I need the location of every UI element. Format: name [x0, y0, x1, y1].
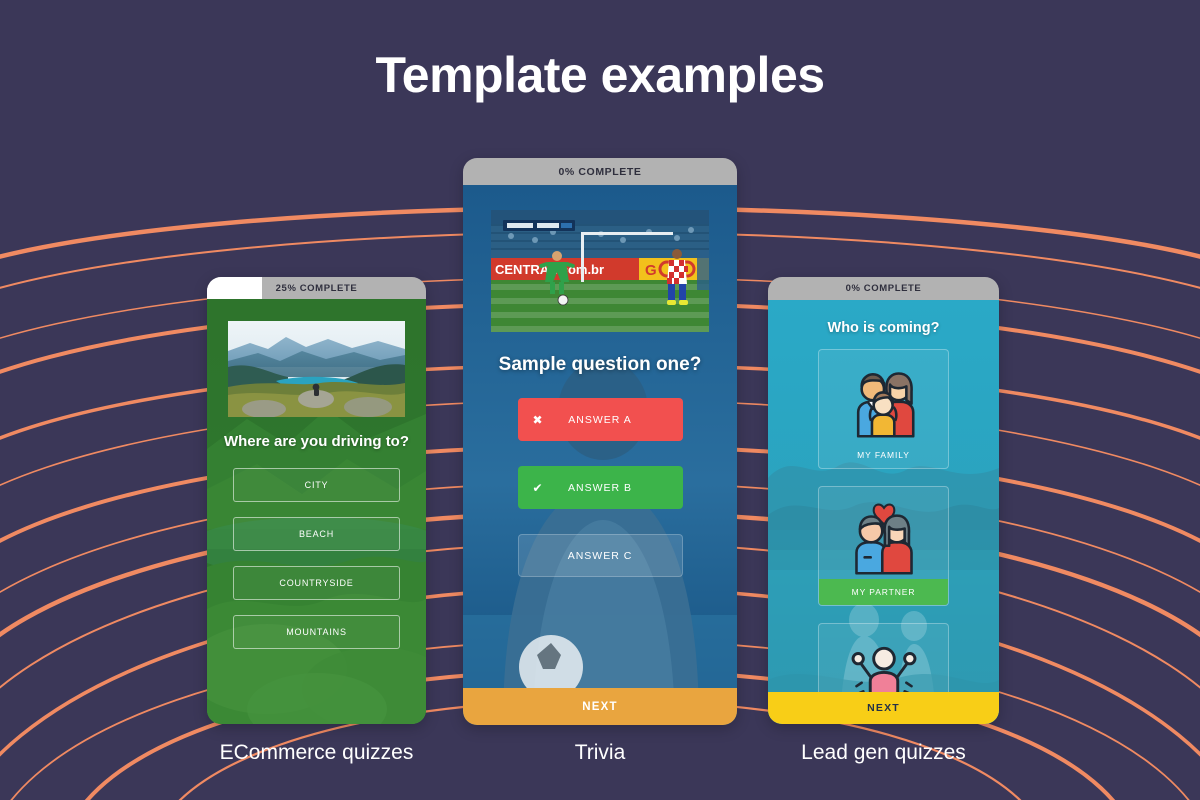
caption-ecommerce: ECommerce quizzes — [219, 741, 414, 764]
option-label: BEACH — [298, 529, 334, 539]
question-text-trivia: Sample question one? — [498, 354, 702, 375]
option-beach[interactable]: BEACH — [233, 517, 400, 551]
option-label: CITY — [304, 480, 329, 490]
answer-options-ecommerce: CITY BEACH COUNTRYSIDE MOUNTAINS — [207, 468, 426, 649]
progress-bar-trivia: 0% COMPLETE — [463, 158, 737, 185]
answer-options-trivia: ✖ ANSWER A ✔ ANSWER B ANSWER C — [463, 398, 737, 577]
progress-bar-leadgen: 0% COMPLETE — [768, 277, 999, 300]
phone-mockup-trivia: 0% COMPLETE G Sample question one? ✖ ANS… — [463, 158, 737, 725]
answer-label: ANSWER C — [567, 549, 633, 562]
phone-mockup-leadgen: 0% COMPLETE Who is coming? MY FAMILY MY … — [768, 277, 999, 724]
answer-label: ANSWER B — [567, 481, 632, 494]
progress-label: 0% COMPLETE — [558, 165, 642, 178]
quiz-screen-trivia: CENTRAL.com.br G — [463, 185, 737, 725]
check-icon: ✔ — [532, 480, 544, 495]
card-label: MY PARTNER — [819, 579, 948, 605]
progress-label: 25% COMPLETE — [275, 282, 358, 294]
option-city[interactable]: CITY — [233, 468, 400, 502]
template-examples-page: Template examples 25% COMPLETE Where are… — [0, 0, 1200, 800]
answer-b-button[interactable]: ✔ ANSWER B — [517, 466, 683, 509]
page-title: Template examples — [375, 47, 825, 103]
option-countryside[interactable]: COUNTRYSIDE — [233, 566, 400, 600]
couple-heart-icon — [819, 487, 948, 579]
hero-image-ecommerce — [228, 321, 405, 417]
quiz-screen-leadgen: Who is coming? MY FAMILY MY PARTNER NEXT — [768, 300, 999, 724]
card-label: MY FAMILY — [857, 450, 910, 460]
cross-icon: ✖ — [532, 412, 544, 427]
phone-mockup-ecommerce: 25% COMPLETE Where are you driving to? C… — [207, 277, 426, 724]
svg-text:G: G — [645, 262, 657, 279]
answer-c-button[interactable]: ANSWER C — [517, 534, 683, 577]
quiz-screen-ecommerce: Where are you driving to? CITY BEACH COU… — [207, 299, 426, 724]
progress-bar-ecommerce: 25% COMPLETE — [207, 277, 426, 299]
option-label: COUNTRYSIDE — [279, 578, 354, 588]
answer-a-button[interactable]: ✖ ANSWER A — [517, 398, 683, 441]
next-button-leadgen[interactable]: NEXT — [768, 692, 999, 724]
answer-cards-leadgen: MY FAMILY MY PARTNER — [768, 349, 999, 717]
family-icon — [819, 350, 948, 442]
card-my-partner[interactable]: MY PARTNER — [818, 486, 949, 606]
hero-image-trivia: CENTRAL.com.br G — [491, 210, 709, 332]
caption-leadgen: Lead gen quizzes — [801, 741, 966, 764]
option-mountains[interactable]: MOUNTAINS — [233, 615, 400, 649]
question-text-leadgen: Who is coming? — [827, 320, 940, 336]
answer-label: ANSWER A — [568, 413, 632, 426]
progress-label: 0% COMPLETE — [845, 283, 922, 294]
caption-trivia: Trivia — [574, 741, 626, 764]
option-label: MOUNTAINS — [286, 627, 347, 637]
card-my-family[interactable]: MY FAMILY — [818, 349, 949, 469]
progress-bar-fill — [207, 277, 262, 299]
next-button-trivia[interactable]: NEXT — [463, 688, 737, 725]
question-text-ecommerce: Where are you driving to? — [223, 433, 410, 450]
